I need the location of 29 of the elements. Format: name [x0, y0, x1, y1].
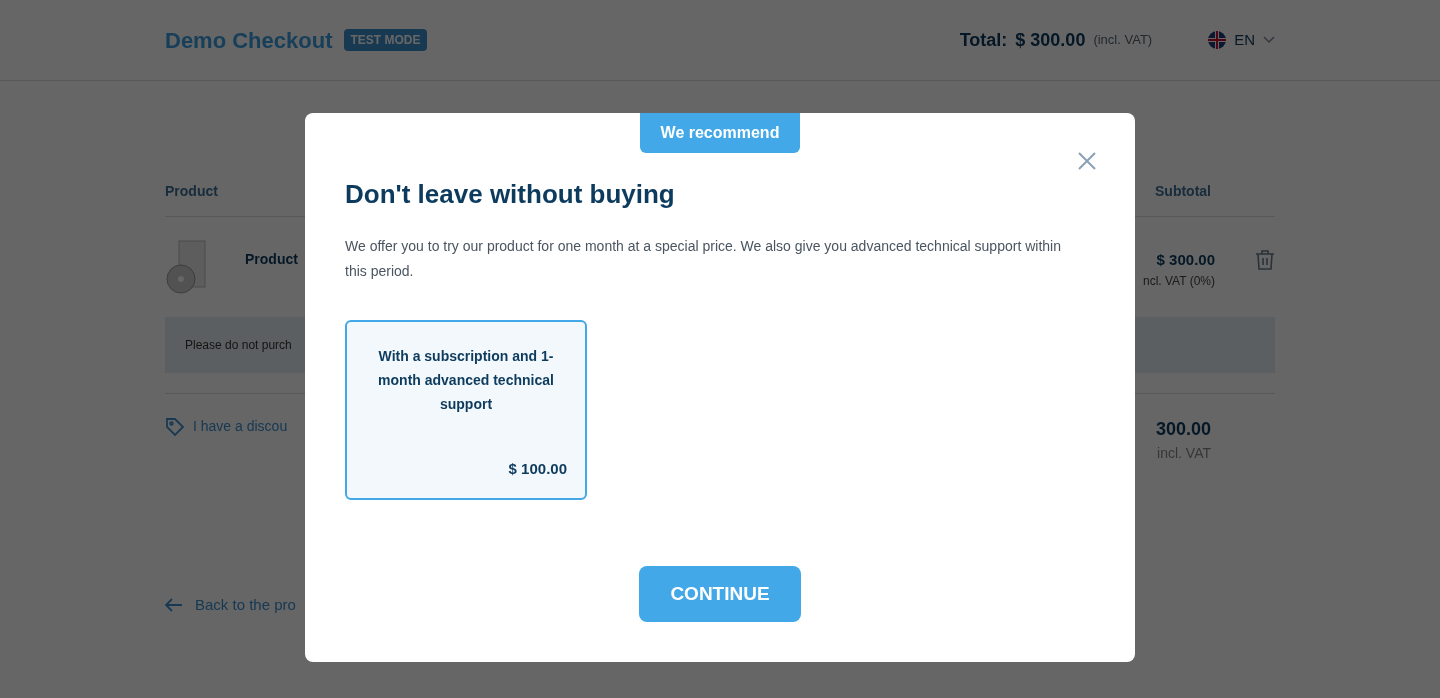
language-selector[interactable]: EN — [1208, 28, 1275, 52]
chevron-down-icon — [1263, 36, 1275, 44]
column-header: Product — [165, 182, 218, 201]
tag-icon — [165, 416, 185, 437]
trash-icon[interactable] — [1255, 249, 1275, 271]
modal-title: Don't leave without buying — [345, 178, 675, 211]
total-note: (incl. VAT) — [1093, 31, 1153, 50]
flag-icon — [1208, 31, 1227, 49]
vat-note: ncl. VAT (0%) — [1142, 272, 1215, 290]
product-name: Product — [245, 250, 298, 269]
product-price: $ 300.00 — [1156, 250, 1215, 270]
close-button[interactable] — [1077, 151, 1097, 171]
arrow-left-icon — [165, 598, 183, 613]
offer-price: $ 100.00 — [508, 458, 567, 479]
total-label: Total: — [959, 28, 1008, 52]
recommend-ribbon: We recommend — [640, 113, 800, 153]
offer-card[interactable]: With a subscription and 1-month advanced technical support $ 100.00 — [345, 320, 587, 500]
brand-name: Demo Checkout — [165, 26, 333, 55]
grand-total: 300.00 — [1155, 418, 1211, 441]
column-header: Subtotal — [1155, 182, 1211, 201]
modal-description: We offer you to try our product for one month at a special price. We also give you advanced technical support within this period. — [345, 237, 1062, 281]
close-icon — [1077, 151, 1097, 171]
discount-link[interactable]: I have a discou — [165, 416, 288, 437]
back-link[interactable]: Back to the pro — [165, 594, 296, 617]
total-value: $ 300.00 — [1015, 28, 1086, 52]
offer-title: With a subscription and 1-month advanced technical support — [377, 347, 555, 414]
test-mode-badge: TEST MODE — [344, 29, 427, 51]
continue-button[interactable]: CONTINUE — [639, 566, 801, 622]
notice-text: Please do not purch — [185, 337, 292, 354]
